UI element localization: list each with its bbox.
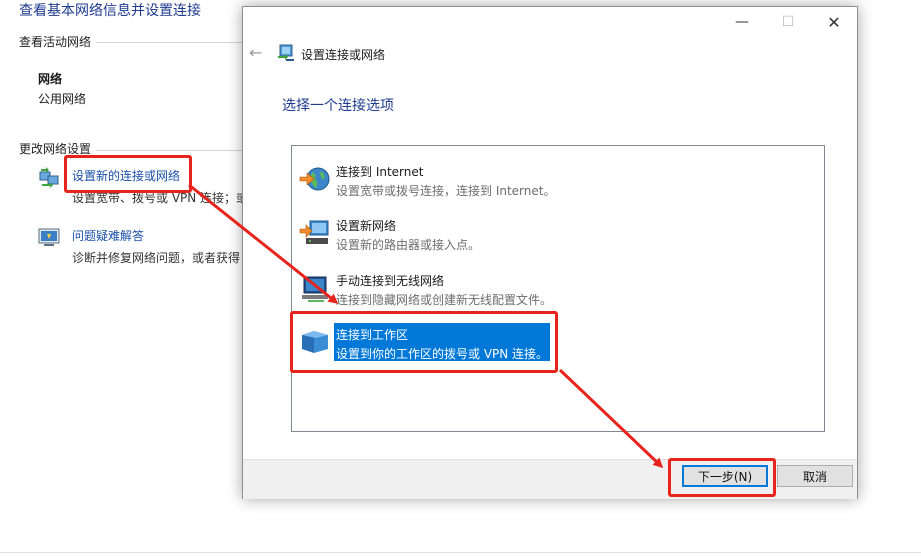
close-button[interactable]: ✕ [811, 7, 857, 37]
option-new-network[interactable]: 设置新网络 设置新的路由器或接入点。 [296, 212, 554, 256]
wireless-icon [298, 271, 332, 305]
option-title: 连接到 Internet [336, 165, 424, 179]
minimize-button[interactable]: — [719, 7, 765, 37]
option-desc: 设置宽带或拨号连接，连接到 Internet。 [336, 184, 556, 198]
network-setup-icon [38, 166, 60, 188]
section-divider [96, 150, 242, 151]
section-divider [96, 42, 242, 43]
setup-connection-dialog: — ☐ ✕ ← 设置连接或网络 选择一个连接选项 连接到 Internet 设置 [242, 6, 858, 499]
dialog-heading: 选择一个连接选项 [282, 98, 394, 114]
option-manual-wireless[interactable]: 手动连接到无线网络 连接到隐藏网络或创建新无线配置文件。 [296, 267, 554, 311]
annotation-highlight-setup-link [64, 155, 192, 193]
option-title: 设置新网络 [336, 219, 397, 233]
dialog-title-icon [277, 44, 295, 62]
window-bottom-edge [0, 552, 921, 553]
troubleshoot-link[interactable]: 问题疑难解答 [72, 227, 144, 244]
annotation-highlight-next-button [668, 458, 776, 497]
network-type: 公用网络 [38, 92, 87, 106]
option-desc: 连接到隐藏网络或创建新无线配置文件。 [336, 293, 553, 307]
option-title: 手动连接到无线网络 [336, 274, 445, 288]
globe-icon [298, 162, 332, 196]
option-connect-internet[interactable]: 连接到 Internet 设置宽带或拨号连接，连接到 Internet。 [296, 158, 556, 202]
active-network-heading: 查看活动网络 [19, 35, 92, 49]
option-desc: 设置新的路由器或接入点。 [336, 238, 481, 252]
troubleshoot-desc: 诊断并修复网络问题，或者获得 [72, 251, 241, 265]
connection-options-list: 连接到 Internet 设置宽带或拨号连接，连接到 Internet。 设置新… [291, 145, 825, 432]
dialog-titlebar: — ☐ ✕ [243, 7, 857, 37]
annotation-highlight-workplace-option [290, 311, 558, 373]
troubleshoot-icon [38, 226, 60, 248]
maximize-button: ☐ [781, 14, 795, 30]
cancel-button[interactable]: 取消 [777, 465, 853, 487]
page-title: 查看基本网络信息并设置连接 [19, 3, 201, 19]
router-icon [298, 216, 332, 250]
dialog-title: 设置连接或网络 [301, 48, 386, 62]
back-arrow-icon[interactable]: ← [249, 43, 262, 62]
network-name: 网络 [38, 72, 63, 86]
